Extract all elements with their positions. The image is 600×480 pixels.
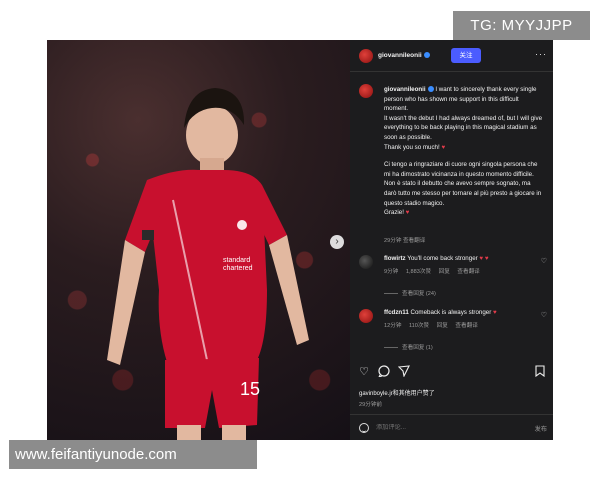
verified-badge-icon <box>427 86 434 93</box>
view-replies-button[interactable]: 查看回复 (24) <box>384 289 436 297</box>
caption-username[interactable]: giovannileonii <box>384 86 426 93</box>
comment-time: 12分钟 <box>384 323 402 329</box>
comment-meta: 12分钟 110次赞 回复 查看翻译 <box>384 321 484 329</box>
caption-line-2: It wasn't the debut I had always dreamed… <box>384 114 543 141</box>
comment-body: Comeback is always stronger ♥ <box>410 309 497 316</box>
heart-icon[interactable]: ♡ <box>541 311 547 319</box>
caption-line-3: Thank you so much! ♥ <box>384 143 446 151</box>
emoji-icon[interactable] <box>359 423 369 433</box>
action-bar: ♡ <box>350 365 553 383</box>
chevron-right-icon[interactable]: › <box>330 235 344 249</box>
watermark-top-right: TG: MYYJJPP <box>453 11 590 40</box>
caption: giovannileonii I want to sincerely thank… <box>384 85 544 218</box>
caption-gap <box>384 152 544 160</box>
heart-icon[interactable]: ♡ <box>541 257 547 265</box>
post-photo: standard chartered 15 › <box>47 40 350 440</box>
caption-meta[interactable]: 29分钟 查看翻译 <box>384 236 425 244</box>
svg-text:standard: standard <box>223 257 250 264</box>
translate-button[interactable]: 查看翻译 <box>455 323 477 329</box>
comment-icon[interactable] <box>377 365 391 379</box>
caption-line-7: Grazie! ♥ <box>384 209 410 217</box>
watermark-bottom-left: www.feifantiyunode.com <box>9 440 257 469</box>
comment-body: You'll come back stronger ♥ ♥ <box>407 255 489 262</box>
svg-text:15: 15 <box>240 379 260 399</box>
comment-input[interactable] <box>376 424 516 431</box>
reply-button[interactable]: 回复 <box>437 323 448 329</box>
divider <box>350 414 553 415</box>
comment-username[interactable]: ffcdzn11 <box>384 309 409 316</box>
post-panel: giovannileonii 关注 ··· giovannileonii I w… <box>350 40 553 440</box>
avatar[interactable] <box>359 49 373 63</box>
post-date: 29分钟前 <box>359 402 383 408</box>
caption-avatar[interactable] <box>359 84 373 98</box>
more-options-icon[interactable]: ··· <box>535 49 547 59</box>
caption-line-6: Non è stato il debutto che avevo sempre … <box>384 180 542 207</box>
likers-text[interactable]: gavinboyle.jr和其他用户赞了 <box>359 388 435 397</box>
comment-username[interactable]: flowirtz <box>384 255 406 262</box>
bookmark-icon[interactable] <box>533 365 547 379</box>
avatar[interactable] <box>359 309 373 323</box>
comment-meta: 9分钟 1,883次赞 回复 查看翻译 <box>384 267 486 275</box>
post-comment-button[interactable]: 发布 <box>535 424 547 433</box>
username-label[interactable]: giovannileonii <box>378 52 422 59</box>
verified-badge-icon <box>423 52 430 59</box>
share-icon[interactable] <box>397 365 411 379</box>
comment-likes[interactable]: 110次赞 <box>409 323 429 329</box>
post-header: giovannileonii 关注 ··· <box>350 40 553 72</box>
header-username[interactable]: giovannileonii <box>378 52 430 59</box>
comment-time: 9分钟 <box>384 269 399 275</box>
view-replies-button[interactable]: 查看回复 (1) <box>384 343 433 351</box>
avatar[interactable] <box>359 255 373 269</box>
heart-icon[interactable]: ♡ <box>357 365 371 379</box>
comment-text: ffcdzn11 Comeback is always stronger ♥ <box>384 309 534 316</box>
player-illustration: standard chartered 15 <box>107 88 309 440</box>
comment-text: flowirtz You'll come back stronger ♥ ♥ <box>384 255 534 262</box>
caption-line-5: Ci tengo a ringraziare di cuore ogni sin… <box>384 161 538 178</box>
reply-button[interactable]: 回复 <box>439 269 450 275</box>
svg-text:chartered: chartered <box>223 265 253 272</box>
follow-button[interactable]: 关注 <box>451 48 481 63</box>
translate-button[interactable]: 查看翻译 <box>457 269 479 275</box>
comment-likes[interactable]: 1,883次赞 <box>406 269 431 275</box>
